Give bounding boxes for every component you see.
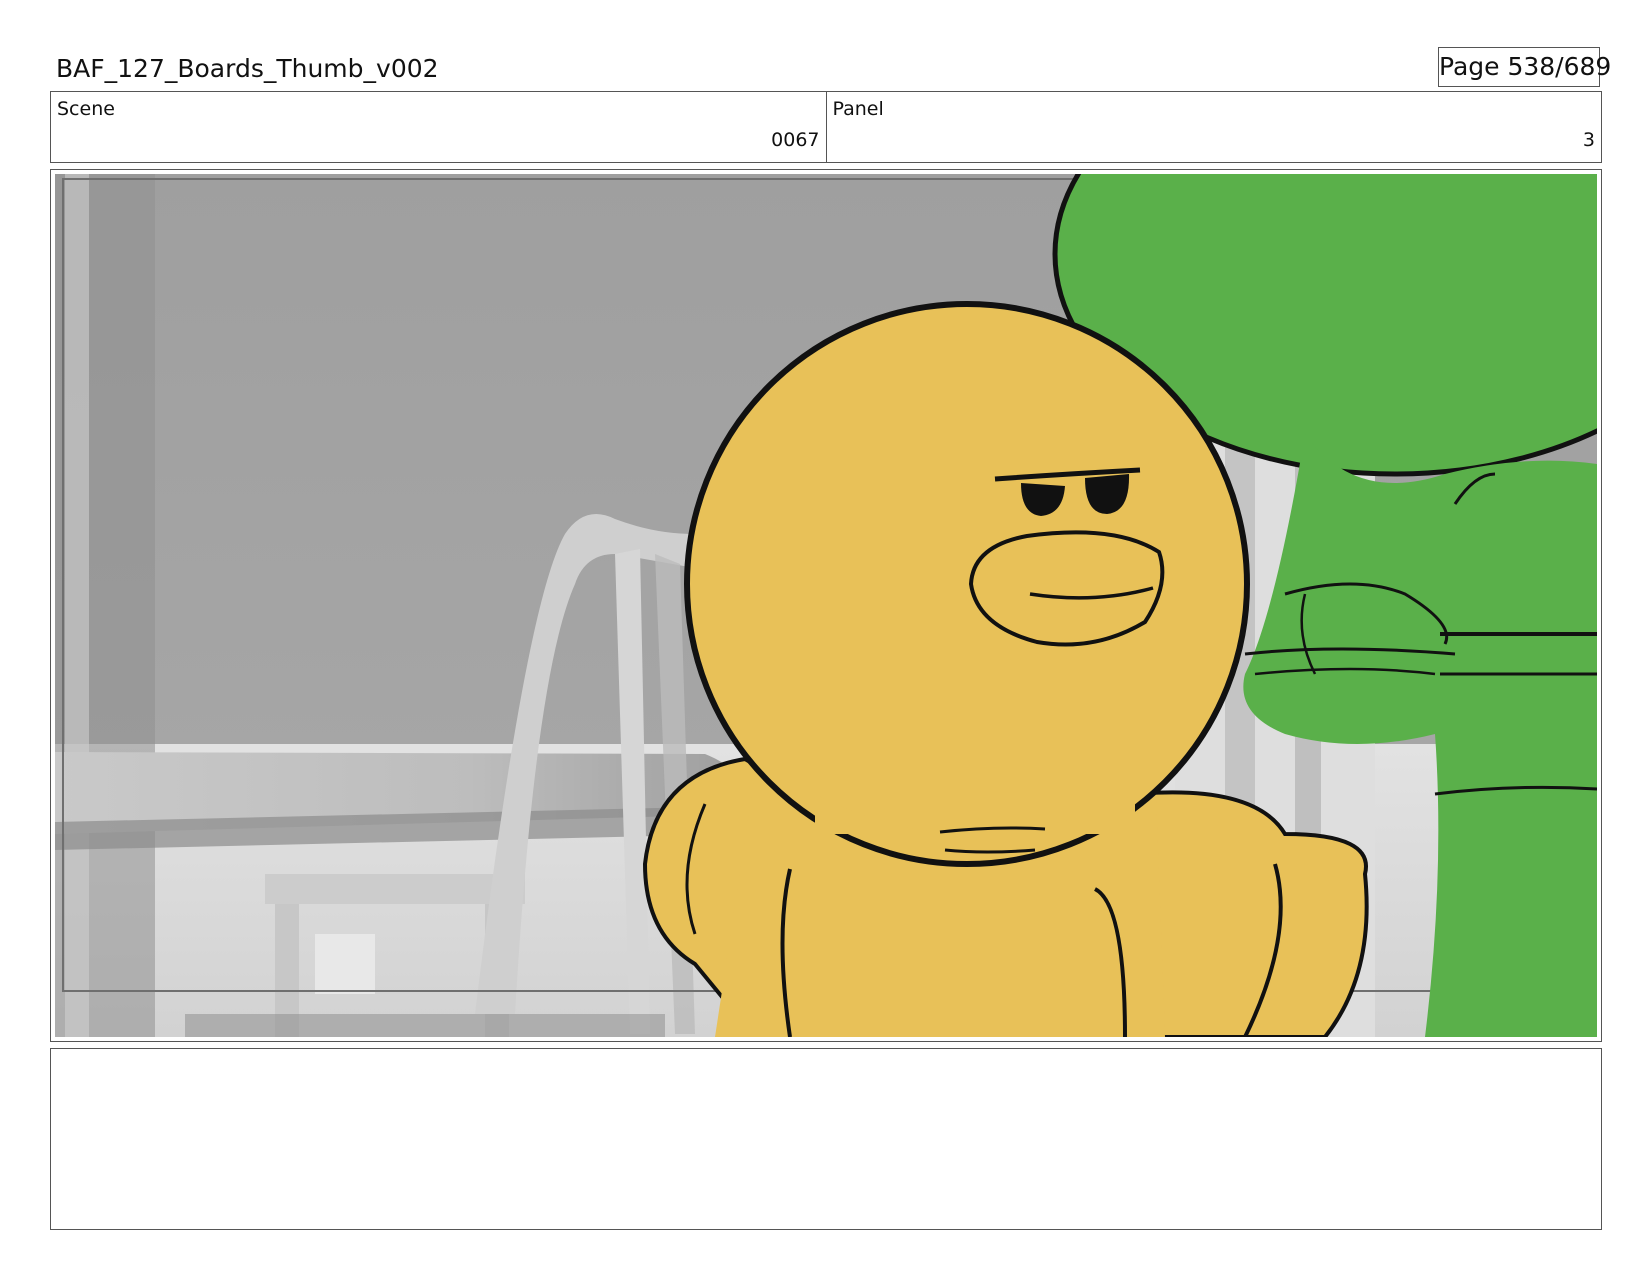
storyboard-frame bbox=[50, 169, 1602, 1042]
panel-cell: Panel 3 bbox=[825, 92, 1602, 162]
panel-label: Panel bbox=[832, 98, 884, 120]
scene-label: Scene bbox=[57, 98, 115, 120]
panel-value: 3 bbox=[1582, 129, 1595, 151]
notes-box bbox=[50, 1048, 1602, 1230]
scene-cell: Scene 0067 bbox=[51, 92, 826, 162]
document-title: BAF_127_Boards_Thumb_v002 bbox=[56, 54, 439, 83]
page-indicator: Page 538/689 bbox=[1438, 47, 1611, 87]
scene-panel-info-row: Scene 0067 Panel 3 bbox=[50, 91, 1602, 163]
storyboard-drawing bbox=[55, 174, 1597, 1037]
yellow-character-snout bbox=[968, 530, 1165, 647]
scene-value: 0067 bbox=[771, 129, 820, 151]
